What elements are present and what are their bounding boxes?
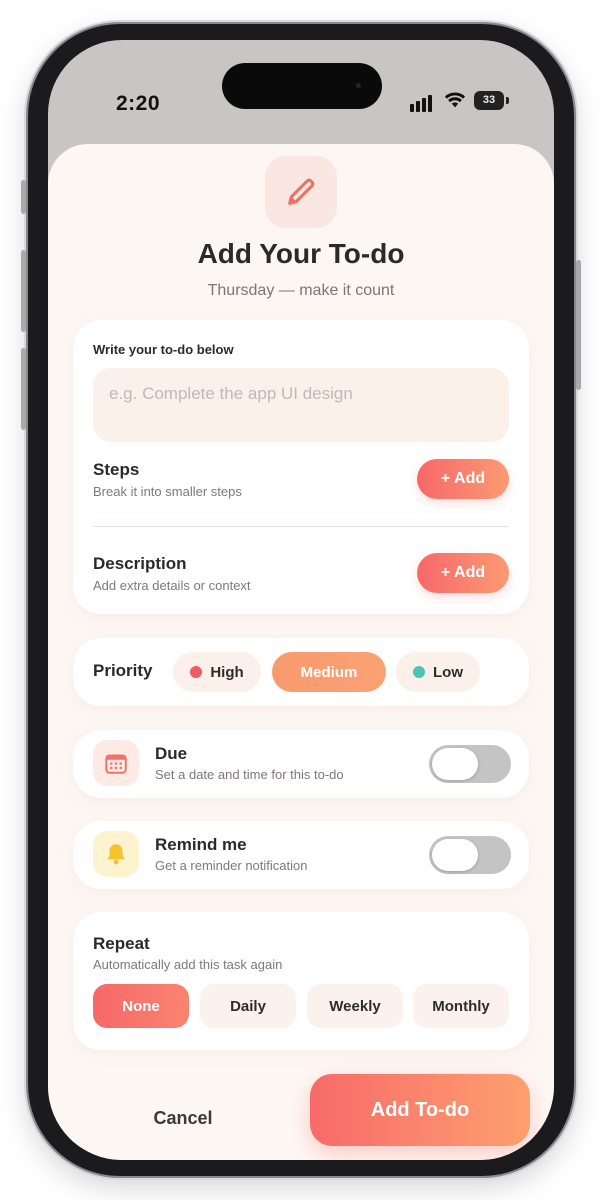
priority-high-chip[interactable]: High [173, 652, 261, 692]
repeat-title: Repeat [93, 934, 150, 953]
priority-high-label: High [210, 663, 244, 681]
silent-switch [21, 180, 26, 214]
pencil-icon [265, 156, 337, 228]
calendar-icon [93, 740, 139, 786]
add-step-button[interactable]: + Add [417, 459, 509, 499]
toggle-knob [432, 748, 478, 780]
status-icons: 33 [410, 90, 510, 112]
wifi-icon [444, 92, 466, 108]
todo-input[interactable] [93, 368, 509, 442]
repeat-subtitle: Automatically add this task again [93, 957, 283, 972]
remind-title: Remind me [155, 835, 247, 854]
todo-card: Write your to-do below Steps Break it in… [73, 320, 529, 614]
description-title: Description [93, 554, 187, 573]
power-button [576, 260, 581, 390]
add-todo-sheet: Add Your To-do Thursday — make it count … [48, 144, 554, 1160]
divider [93, 526, 509, 527]
remind-toggle[interactable] [429, 836, 511, 874]
status-time: 2:20 [116, 92, 161, 115]
priority-card: Priority High Medium Low [73, 638, 529, 706]
due-card: Due Set a date and time for this to-do [73, 730, 529, 798]
screen: 2:20 33 Add Your To-do Thursday — make i… [48, 40, 554, 1160]
priority-label: Priority [93, 661, 153, 680]
phone-frame: 2:20 33 Add Your To-do Thursday — make i… [21, 24, 581, 1176]
repeat-card: Repeat Automatically add this task again… [73, 912, 529, 1050]
high-dot-icon [190, 665, 203, 678]
due-subtitle: Set a date and time for this to-do [155, 767, 344, 782]
cancel-button[interactable]: Cancel [128, 1098, 238, 1138]
bell-icon [93, 831, 139, 877]
steps-subtitle: Break it into smaller steps [93, 484, 242, 499]
due-toggle[interactable] [429, 745, 511, 783]
remind-card: Remind me Get a reminder notification [73, 821, 529, 889]
add-todo-button[interactable]: Add To-do [310, 1074, 530, 1146]
repeat-monthly-button[interactable]: Monthly [413, 984, 509, 1028]
remind-subtitle: Get a reminder notification [155, 858, 308, 873]
repeat-weekly-button[interactable]: Weekly [307, 984, 403, 1028]
repeat-none-button[interactable]: None [93, 984, 189, 1028]
low-dot-icon [413, 665, 425, 678]
status-bar: 2:20 33 [48, 40, 554, 140]
page-subtitle: Thursday — make it count [207, 282, 395, 299]
description-subtitle: Add extra details or context [93, 578, 251, 593]
battery-icon: 33 [474, 91, 504, 110]
steps-title: Steps [93, 460, 140, 479]
toggle-knob [432, 839, 478, 871]
priority-low-chip[interactable]: Low [396, 652, 480, 692]
volume-down-button [21, 348, 26, 430]
priority-medium-label: Medium [300, 663, 358, 681]
priority-medium-chip[interactable]: Medium [272, 652, 386, 692]
page-title: Add Your To-do [197, 238, 405, 269]
todo-input-label: Write your to-do below [93, 342, 234, 357]
dynamic-island [222, 63, 382, 109]
priority-low-label: Low [433, 663, 463, 681]
battery-tip [506, 97, 509, 104]
add-description-button[interactable]: + Add [417, 553, 509, 593]
volume-up-button [21, 250, 26, 332]
repeat-daily-button[interactable]: Daily [200, 984, 296, 1028]
due-title: Due [155, 744, 188, 763]
